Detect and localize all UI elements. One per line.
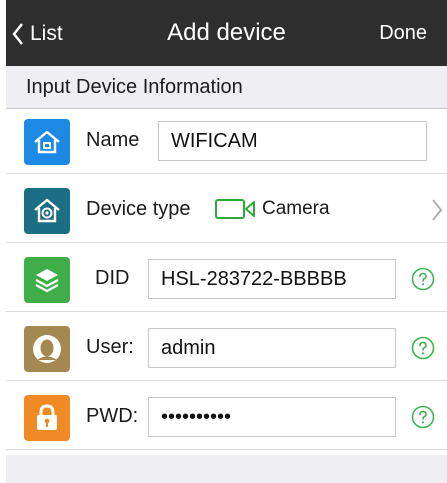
device-type-value-label: Camera: [262, 198, 330, 219]
name-label: Name: [86, 129, 140, 151]
video-camera-icon: [215, 199, 255, 219]
help-icon[interactable]: [411, 336, 435, 360]
password-input[interactable]: [148, 397, 396, 437]
home-camera-icon: [24, 188, 70, 234]
did-label: DID: [95, 267, 130, 289]
lock-icon: [24, 395, 70, 441]
help-icon[interactable]: [411, 267, 435, 291]
user-row: User:: [6, 316, 447, 381]
home-icon: [24, 119, 70, 165]
help-icon[interactable]: [411, 405, 435, 429]
person-icon: [24, 326, 70, 372]
device-type-row[interactable]: Device type Camera: [6, 178, 447, 243]
name-input[interactable]: [158, 121, 427, 161]
pwd-label: PWD:: [86, 405, 139, 427]
done-button[interactable]: Done: [379, 22, 427, 45]
device-type-value[interactable]: Camera: [214, 194, 330, 224]
device-type-label: Device type: [86, 198, 191, 220]
user-input[interactable]: [148, 328, 396, 368]
bottom-band: [6, 455, 447, 483]
name-row: Name: [6, 109, 447, 174]
did-row: DID: [6, 247, 447, 312]
section-title: Input Device Information: [26, 76, 243, 98]
pwd-row: PWD:: [6, 385, 447, 450]
chevron-right-icon: [432, 199, 443, 221]
layers-icon: [24, 257, 70, 303]
did-input[interactable]: [148, 259, 396, 299]
section-header: Input Device Information: [6, 66, 447, 109]
navigation-bar: List Add device Done: [6, 0, 447, 66]
user-label: User:: [86, 336, 134, 358]
